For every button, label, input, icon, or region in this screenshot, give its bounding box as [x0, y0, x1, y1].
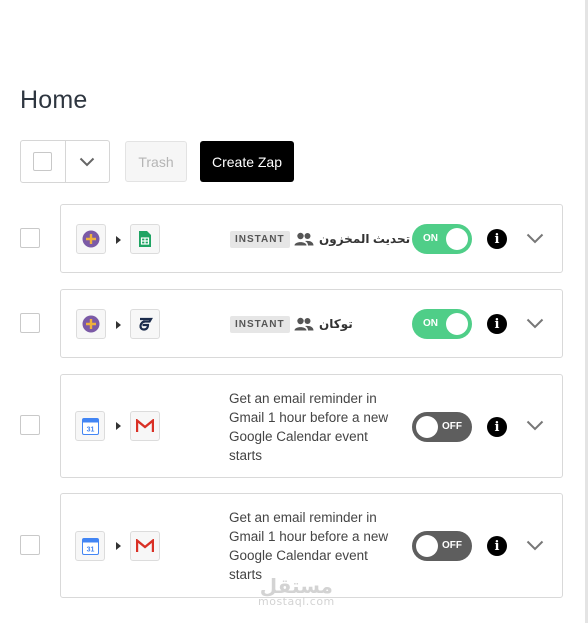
toggle-label: OFF — [442, 540, 462, 551]
svg-text:31: 31 — [86, 426, 94, 433]
trigger-app-button[interactable]: 31 — [75, 411, 105, 441]
chevron-down-icon[interactable] — [526, 318, 544, 329]
gmail-icon — [136, 539, 154, 552]
chevron-down-icon — [80, 157, 95, 166]
zap-row-checkbox[interactable] — [20, 415, 40, 435]
watermark-latin: mostaql.com — [258, 595, 335, 608]
trigger-app-button[interactable] — [76, 309, 106, 339]
zap-description[interactable]: Get an email reminder in Gmail 1 hour be… — [229, 389, 401, 465]
instant-badge: INSTANT — [230, 316, 290, 333]
toggle-label: OFF — [442, 421, 462, 432]
trash-button[interactable]: Trash — [125, 141, 187, 182]
info-icon[interactable]: i — [487, 229, 507, 249]
tookan-icon — [139, 317, 153, 331]
shared-users-icon — [294, 232, 314, 246]
info-icon[interactable]: i — [487, 417, 507, 437]
flow-arrow-icon — [116, 236, 121, 244]
select-all-checkbox[interactable] — [33, 152, 53, 171]
page-title: Home — [20, 86, 88, 114]
zap-status-toggle[interactable]: ON — [412, 309, 472, 339]
watermark: مستقل mostaql.com — [258, 576, 335, 608]
watermark-arabic: مستقل — [259, 574, 333, 598]
action-app-button[interactable] — [130, 224, 160, 254]
toggle-knob — [446, 313, 468, 335]
trigger-app-button[interactable]: 31 — [75, 531, 105, 561]
google-calendar-icon: 31 — [81, 537, 99, 555]
zap-status-toggle[interactable]: ON — [412, 224, 472, 254]
zap-status-toggle[interactable]: OFF — [412, 412, 472, 442]
zap-row-checkbox[interactable] — [20, 535, 40, 555]
toggle-knob — [446, 228, 468, 250]
instant-badge: INSTANT — [230, 231, 290, 248]
toggle-label: ON — [423, 233, 438, 244]
flow-arrow-icon — [116, 321, 121, 329]
plus-circle-icon — [82, 315, 100, 333]
action-app-button[interactable] — [130, 411, 160, 441]
svg-text:31: 31 — [86, 546, 94, 553]
shared-users-icon — [294, 317, 314, 331]
bulk-select-group — [20, 140, 110, 183]
action-app-button[interactable] — [130, 531, 160, 561]
action-app-button[interactable] — [130, 309, 160, 339]
zap-card[interactable]: INSTANT توكان ON i — [60, 289, 563, 358]
google-sheets-icon — [139, 231, 151, 247]
google-calendar-icon: 31 — [81, 417, 99, 435]
zap-card[interactable]: INSTANT تحديث المخزون ON i — [60, 204, 563, 273]
toggle-label: ON — [423, 318, 438, 329]
info-icon[interactable]: i — [487, 536, 507, 556]
toggle-knob — [416, 416, 438, 438]
create-zap-button[interactable]: Create Zap — [200, 141, 294, 182]
bulk-select-dropdown[interactable] — [64, 141, 109, 182]
zap-title[interactable]: تحديث المخزون — [319, 232, 410, 246]
plus-circle-icon — [82, 230, 100, 248]
gmail-icon — [136, 419, 154, 432]
zap-status-toggle[interactable]: OFF — [412, 531, 472, 561]
zap-row-checkbox[interactable] — [20, 228, 40, 248]
chevron-down-icon[interactable] — [526, 540, 544, 551]
flow-arrow-icon — [116, 542, 121, 550]
info-icon[interactable]: i — [487, 314, 507, 334]
select-all-cell — [21, 141, 65, 182]
chevron-down-icon[interactable] — [526, 233, 544, 244]
trigger-app-button[interactable] — [76, 224, 106, 254]
toolbar: Trash Create Zap — [20, 140, 294, 183]
flow-arrow-icon — [116, 422, 121, 430]
toggle-knob — [416, 535, 438, 557]
zap-title[interactable]: توكان — [319, 317, 353, 331]
zap-description[interactable]: Get an email reminder in Gmail 1 hour be… — [229, 508, 401, 584]
zap-row-checkbox[interactable] — [20, 313, 40, 333]
chevron-down-icon[interactable] — [526, 420, 544, 431]
zap-card[interactable]: 31 Get an email reminder in Gmail 1 hour… — [60, 374, 563, 478]
